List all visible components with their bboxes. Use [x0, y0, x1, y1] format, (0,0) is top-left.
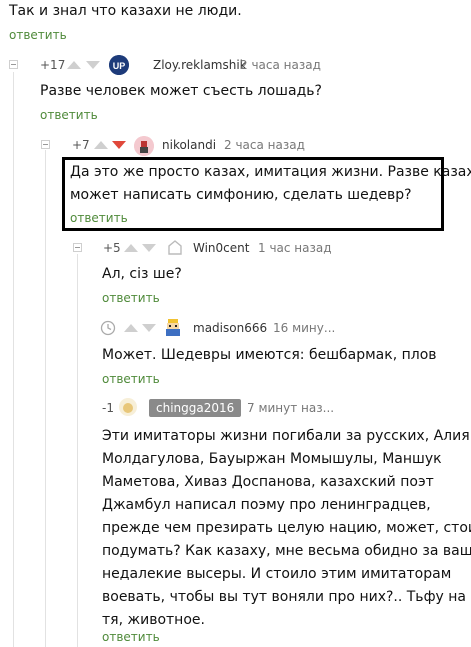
arrow-down-icon[interactable] — [112, 141, 126, 149]
avatar[interactable] — [134, 136, 154, 156]
comment-text-line: Да это же просто казах, имитация жизни. … — [70, 164, 471, 180]
comment-text: Разве человек может съесть лошадь? — [40, 83, 322, 99]
arrow-down-icon[interactable] — [142, 324, 156, 332]
avatar[interactable] — [163, 318, 183, 338]
collapse-icon[interactable] — [9, 60, 18, 69]
comment-text: Ал, сіз ше? — [102, 266, 182, 282]
timestamp: 2 часа назад — [224, 138, 305, 152]
arrow-up-icon[interactable] — [124, 244, 138, 252]
reply-link[interactable]: ответить — [102, 291, 160, 305]
arrow-up-icon[interactable] — [94, 141, 108, 149]
comment-text-line: воевать, чтобы вы тут воняли про них?.. … — [102, 589, 466, 605]
comment-text-line: Джамбул написал поэму про ленинградцев, — [102, 497, 431, 513]
collapse-icon[interactable] — [41, 140, 50, 149]
username[interactable]: Win0cent — [193, 241, 249, 255]
clock-icon — [100, 320, 116, 336]
username[interactable]: Zloy.reklamshik — [153, 58, 247, 72]
svg-text:UP: UP — [113, 61, 126, 71]
timestamp: 2 часа назад — [240, 58, 321, 72]
comment-score: +7 — [72, 138, 90, 152]
username-badge[interactable]: chingga2016 — [149, 399, 242, 417]
comment-text-line: может написать симфонию, сделать шедевр? — [70, 187, 412, 203]
pixel-avatar-icon — [166, 319, 180, 336]
comment-text-line: подумать? Как казаху, мне весьма обидно … — [102, 543, 471, 559]
username[interactable]: nikolandi — [162, 138, 216, 152]
reply-link[interactable]: ответить — [70, 211, 128, 225]
comment-score: -1 — [102, 401, 114, 415]
avatar[interactable]: UP — [109, 55, 129, 75]
arrow-down-icon[interactable] — [142, 244, 156, 252]
timestamp: 7 минут наз... — [247, 401, 335, 415]
avatar[interactable] — [118, 397, 138, 417]
comment-score: +17 — [40, 58, 66, 72]
timestamp: 16 мину... — [273, 321, 336, 335]
thread-line — [13, 72, 14, 647]
up-logo-icon: UP — [109, 55, 129, 75]
arrow-down-icon[interactable] — [86, 61, 100, 69]
thread-line — [77, 254, 78, 647]
arrow-up-icon[interactable] — [124, 324, 138, 332]
default-avatar-icon[interactable] — [166, 238, 184, 256]
comment-text-line: тя, животное. — [102, 612, 205, 628]
comment-score: +5 — [103, 241, 121, 255]
thread-line — [45, 150, 46, 647]
comment-text-line: Эти имитаторы жизни погибали за русских,… — [102, 428, 470, 444]
username[interactable]: madison666 — [193, 321, 267, 335]
collapse-icon[interactable] — [73, 243, 82, 252]
blurred-avatar-icon — [119, 398, 137, 416]
comment-text: Может. Шедевры имеются: бешбармак, плов — [102, 347, 437, 363]
reply-link[interactable]: ответить — [102, 372, 160, 386]
comment-text: Так и знал что казахи не люди. — [9, 3, 242, 19]
arrow-up-icon[interactable] — [67, 61, 81, 69]
reply-link[interactable]: ответить — [102, 630, 160, 644]
comment-text-line: прежде чем презирать целую нацию, может,… — [102, 520, 471, 536]
comment-text-line: Молдагулова, Бауыржан Момышулы, Маншук — [102, 451, 442, 467]
timestamp: 1 час назад — [258, 241, 332, 255]
comment-text-line: недалекие высеры. И стоило этим имитатор… — [102, 566, 452, 582]
reply-link[interactable]: ответить — [9, 28, 67, 42]
reply-link[interactable]: ответить — [40, 108, 98, 122]
comment-text-line: Маметова, Хиваз Доспанова, казахский поэ… — [102, 474, 434, 490]
avatar-figure-icon — [134, 136, 154, 156]
